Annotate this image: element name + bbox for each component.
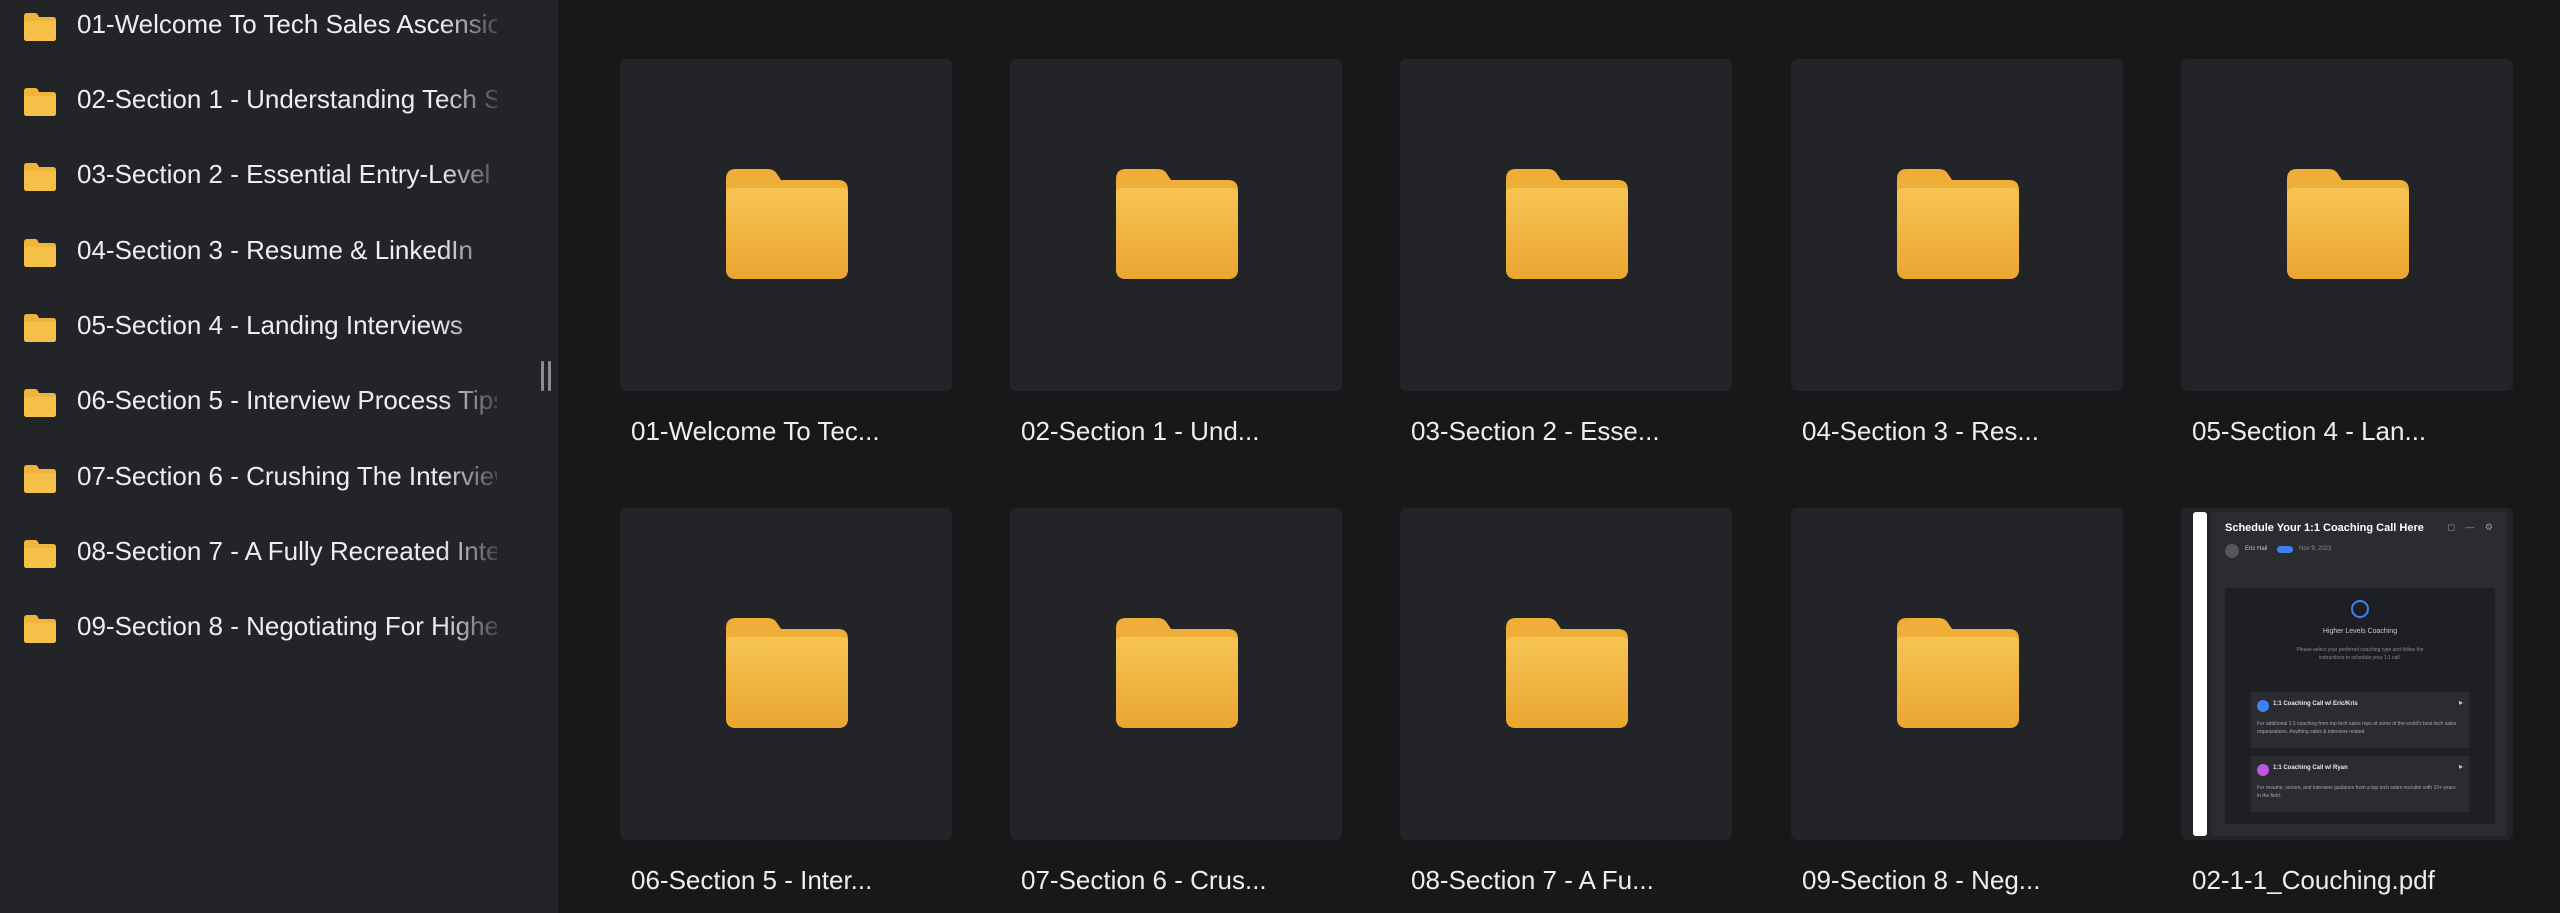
folder-thumbnail[interactable] [1400,508,1732,840]
folder-icon [24,615,56,643]
folder-thumbnail[interactable] [1791,59,2123,391]
sidebar-item-03[interactable]: 03-Section 2 - Essential Entry-Level Rol… [0,150,510,222]
option-title: 1:1 Coaching Call w/ Eric/Kris [2273,701,2358,707]
grid-item-label: 08-Section 7 - A Fu... [1411,865,1654,895]
folder-icon [1116,169,1238,279]
grid-item[interactable]: 08-Section 7 - A Fu... [1400,508,1732,895]
folder-thumbnail[interactable] [2181,59,2513,391]
grid-item[interactable]: 09-Section 8 - Neg... [1791,508,2123,895]
chevron-right-icon: ▸ [2458,698,2463,707]
grid-item-label: 02-Section 1 - Und... [1021,416,1260,446]
grid-item-label: 07-Section 6 - Crus... [1021,865,1267,895]
sidebar-item-09[interactable]: 09-Section 8 - Negotiating For Higher Pa… [0,602,510,674]
sidebar-item-06[interactable]: 06-Section 5 - Interview Process Tips [0,376,510,448]
chevron-right-icon: ▸ [2458,762,2463,771]
grid-item-label: 05-Section 4 - Lan... [2192,416,2427,446]
option-dot-icon [2257,764,2269,776]
sidebar-item-label: 08-Section 7 - A Fully Recreated Intervi… [77,536,497,566]
grid-item-label: 06-Section 5 - Inter... [631,865,873,895]
folder-thumbnail[interactable] [1791,508,2123,840]
pdf-preview-controls: ◻ — ⚙ [2447,522,2497,532]
folder-thumbnail[interactable] [620,59,952,391]
sidebar-item-label: 02-Section 1 - Understanding Tech Sales [77,84,497,114]
file-grid: 01-Welcome To Tec... 02-Section 1 - Und.… [558,0,2560,913]
role-badge [2277,546,2293,553]
sidebar-item-07[interactable]: 07-Section 6 - Crushing The Interview [0,452,510,524]
option-description: For additional 1:1 coaching from top tec… [2257,721,2457,735]
pdf-preview: Schedule Your 1:1 Coaching Call Here ◻ —… [2211,512,2507,836]
brand-logo-icon [2351,600,2369,618]
sidebar: 01-Welcome To Tech Sales Ascension 02-Se… [0,0,558,913]
pdf-preview-author: Eric Hall Nov 9, 2023 [2225,544,2375,560]
folder-icon [24,239,56,267]
folder-icon [24,314,56,342]
folder-icon [24,540,56,568]
folder-icon [1506,618,1628,728]
folder-icon [24,389,56,417]
pdf-preview-title: Schedule Your 1:1 Coaching Call Here [2225,522,2424,534]
sidebar-item-label: 09-Section 8 - Negotiating For Higher Pa… [77,611,497,641]
file-browser-window: 01-Welcome To Tech Sales Ascension 02-Se… [0,0,2560,913]
folder-icon [726,169,848,279]
folder-icon [24,163,56,191]
instructions-text: Please select your preferred coaching ty… [2296,647,2424,661]
folder-thumbnail[interactable] [620,508,952,840]
folder-icon [24,13,56,41]
folder-icon [2287,169,2409,279]
pdf-thumbnail[interactable]: Schedule Your 1:1 Coaching Call Here ◻ —… [2181,508,2513,840]
grid-item[interactable]: 03-Section 2 - Esse... [1400,59,1732,446]
sidebar-item-01[interactable]: 01-Welcome To Tech Sales Ascension [0,0,510,72]
post-date: Nov 9, 2023 [2299,546,2332,552]
folder-icon [24,465,56,493]
coaching-option: 1:1 Coaching Call w/ Ryan ▸ For resume, … [2251,756,2469,812]
grid-item-label: 01-Welcome To Tec... [631,416,880,446]
folder-icon [1897,618,2019,728]
grid-item-label: 03-Section 2 - Esse... [1411,416,1660,446]
grid-item[interactable]: 06-Section 5 - Inter... [620,508,952,895]
grid-item[interactable]: 05-Section 4 - Lan... [2181,59,2513,446]
sidebar-item-08[interactable]: 08-Section 7 - A Fully Recreated Intervi… [0,527,510,599]
sidebar-item-label: 03-Section 2 - Essential Entry-Level Rol… [77,159,497,189]
sidebar-item-02[interactable]: 02-Section 1 - Understanding Tech Sales [0,75,510,147]
option-description: For resume, screen, and interview guidan… [2257,785,2456,799]
folder-icon [1116,618,1238,728]
folder-icon [1897,169,2019,279]
avatar [2225,544,2239,558]
sidebar-item-label: 06-Section 5 - Interview Process Tips [77,385,497,415]
sidebar-item-label: 01-Welcome To Tech Sales Ascension [77,9,497,39]
option-title: 1:1 Coaching Call w/ Ryan [2273,765,2348,771]
sidebar-item-label: 05-Section 4 - Landing Interviews [77,310,463,340]
grid-item[interactable]: 02-Section 1 - Und... [1010,59,1342,446]
grid-item[interactable]: 04-Section 3 - Res... [1791,59,2123,446]
folder-icon [726,618,848,728]
folder-icon [24,88,56,116]
grid-item[interactable]: 01-Welcome To Tec... [620,59,952,446]
sidebar-item-04[interactable]: 04-Section 3 - Resume & LinkedIn [0,226,510,298]
pdf-page-edge [2193,512,2207,836]
folder-thumbnail[interactable] [1400,59,1732,391]
sidebar-item-label: 04-Section 3 - Resume & LinkedIn [77,235,473,265]
grid-item[interactable]: 07-Section 6 - Crus... [1010,508,1342,895]
sidebar-item-label: 07-Section 6 - Crushing The Interview [77,461,497,491]
folder-thumbnail[interactable] [1010,59,1342,391]
pdf-preview-card: Higher Levels Coaching Please select you… [2225,588,2495,824]
sidebar-item-05[interactable]: 05-Section 4 - Landing Interviews [0,301,510,373]
grid-item-label: 09-Section 8 - Neg... [1802,865,2041,895]
grid-item-pdf[interactable]: Schedule Your 1:1 Coaching Call Here ◻ —… [2181,508,2513,895]
sidebar-resize-handle[interactable] [541,361,551,391]
grid-item-label: 02-1-1_Couching.pdf [2192,865,2435,895]
brand-name: Higher Levels Coaching [2322,628,2398,635]
grid-item-label: 04-Section 3 - Res... [1802,416,2039,446]
folder-thumbnail[interactable] [1010,508,1342,840]
option-dot-icon [2257,700,2269,712]
author-name: Eric Hall [2245,546,2268,552]
coaching-option: 1:1 Coaching Call w/ Eric/Kris ▸ For add… [2251,692,2469,748]
folder-icon [1506,169,1628,279]
